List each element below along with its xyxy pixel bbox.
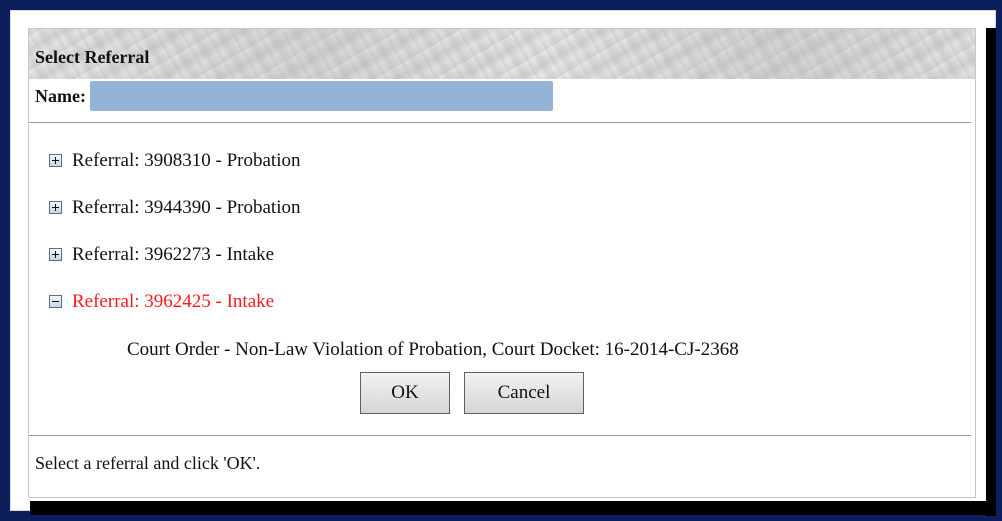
cancel-button[interactable]: Cancel [464, 372, 584, 414]
name-row: Name: [35, 79, 553, 113]
status-message: Select a referral and click 'OK'. [35, 453, 261, 473]
ok-button[interactable]: OK [360, 372, 450, 414]
referral-item[interactable]: Referral: 3908310 - Probation [49, 137, 949, 184]
dialog-buttons: OK Cancel [29, 372, 975, 414]
referral-label[interactable]: Referral: 3908310 - Probation [72, 150, 300, 172]
name-label: Name: [35, 85, 86, 106]
referral-detail-item[interactable]: Court Order - Non-Law Violation of Proba… [127, 339, 739, 361]
referral-label[interactable]: Referral: 3944390 - Probation [72, 197, 300, 219]
dialog-title: Select Referral [35, 47, 150, 67]
referral-item[interactable]: Referral: 3962273 - Intake [49, 231, 949, 278]
referral-tree: Referral: 3908310 - Probation Referral: … [49, 149, 949, 325]
referral-label[interactable]: Referral: 3962273 - Intake [72, 244, 274, 266]
divider-top [29, 122, 971, 123]
name-value-redacted [89, 81, 553, 111]
window-shadow-bottom [30, 501, 996, 515]
dialog-title-bar[interactable]: Select Referral [29, 29, 975, 79]
window-shadow-right [986, 28, 996, 516]
expand-icon[interactable] [49, 201, 62, 214]
referral-label-selected[interactable]: Referral: 3962425 - Intake [72, 291, 274, 313]
referral-item-selected[interactable]: Referral: 3962425 - Intake [49, 278, 949, 325]
select-referral-dialog: Select Referral Name: Referral: 3908310 … [28, 28, 976, 498]
expand-icon[interactable] [49, 248, 62, 261]
collapse-icon[interactable] [49, 295, 62, 308]
divider-bottom [29, 435, 971, 436]
expand-icon[interactable] [49, 154, 62, 167]
referral-item[interactable]: Referral: 3944390 - Probation [49, 184, 949, 231]
